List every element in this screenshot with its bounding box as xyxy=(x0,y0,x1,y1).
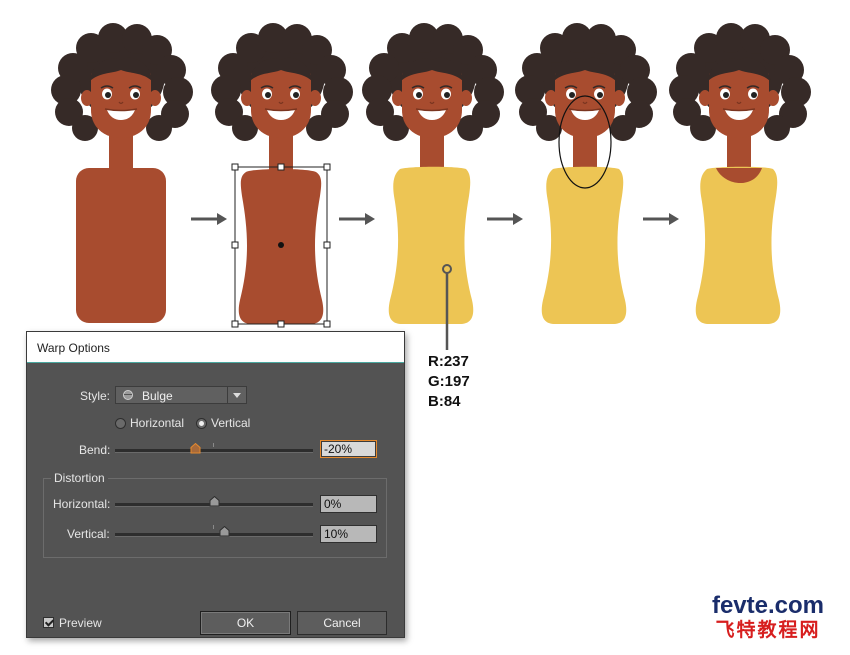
watermark-logo: fevte.com 飞特教程网 xyxy=(688,592,848,642)
color-b: B:84 xyxy=(428,393,461,410)
watermark-domain: fevte.com xyxy=(711,592,825,619)
arrow-4 xyxy=(641,211,681,227)
preview-checkbox[interactable] xyxy=(43,617,54,628)
distortion-group xyxy=(43,478,387,558)
arrow-1 xyxy=(189,211,229,227)
arrow-2 xyxy=(337,211,377,227)
watermark-chinese: 飞特教程网 xyxy=(715,619,821,641)
color-r: R:237 xyxy=(428,353,469,370)
distortion-group-label: Distortion xyxy=(51,471,108,485)
style-value: Bulge xyxy=(142,389,173,403)
figure-3 xyxy=(361,22,505,350)
horizontal-radio-label[interactable]: Horizontal xyxy=(130,416,184,430)
cancel-button[interactable]: Cancel xyxy=(297,611,387,635)
color-readout: R:237 G:197 B:84 xyxy=(428,352,470,412)
distortion-horizontal-slider-thumb[interactable] xyxy=(209,496,220,507)
dialog-title: Warp Options xyxy=(37,341,110,355)
bend-slider-center-tick xyxy=(213,443,214,447)
dialog-body: Style: Bulge Horizontal Vertical Bend: -… xyxy=(27,363,404,637)
bulge-icon xyxy=(123,390,133,400)
distortion-horizontal-input[interactable]: 0% xyxy=(320,495,377,513)
horizontal-radio[interactable] xyxy=(115,418,126,429)
bend-label: Bend: xyxy=(79,443,111,457)
figure-5 xyxy=(668,22,812,324)
ok-button[interactable]: OK xyxy=(200,611,291,635)
figure-1 xyxy=(50,22,194,323)
vertical-radio[interactable] xyxy=(196,418,207,429)
dialog-title-bar[interactable]: Warp Options xyxy=(27,332,404,363)
style-dropdown[interactable]: Bulge xyxy=(115,386,247,404)
distortion-vertical-slider-track[interactable] xyxy=(115,533,313,537)
style-label: Style: xyxy=(80,389,111,403)
arrow-3 xyxy=(485,211,525,227)
distortion-vertical-slider-thumb[interactable] xyxy=(219,526,230,537)
color-g: G:197 xyxy=(428,373,470,390)
distortion-vertical-input[interactable]: 10% xyxy=(320,525,377,543)
figure-4 xyxy=(514,22,658,324)
distortion-vertical-slider-center-tick xyxy=(213,525,214,529)
bend-slider-thumb[interactable] xyxy=(190,443,201,454)
figure-2 xyxy=(210,22,354,328)
warp-options-dialog: Warp Options Style: Bulge Horizontal Ver… xyxy=(26,331,405,638)
bend-slider-track[interactable] xyxy=(115,449,313,453)
distortion-vertical-label: Vertical: xyxy=(67,527,110,541)
chevron-down-icon[interactable] xyxy=(227,387,246,403)
distortion-horizontal-label: Horizontal: xyxy=(53,497,111,511)
vertical-radio-label[interactable]: Vertical xyxy=(211,416,250,430)
preview-label[interactable]: Preview xyxy=(59,616,102,630)
bend-input[interactable]: -20% xyxy=(320,440,377,458)
